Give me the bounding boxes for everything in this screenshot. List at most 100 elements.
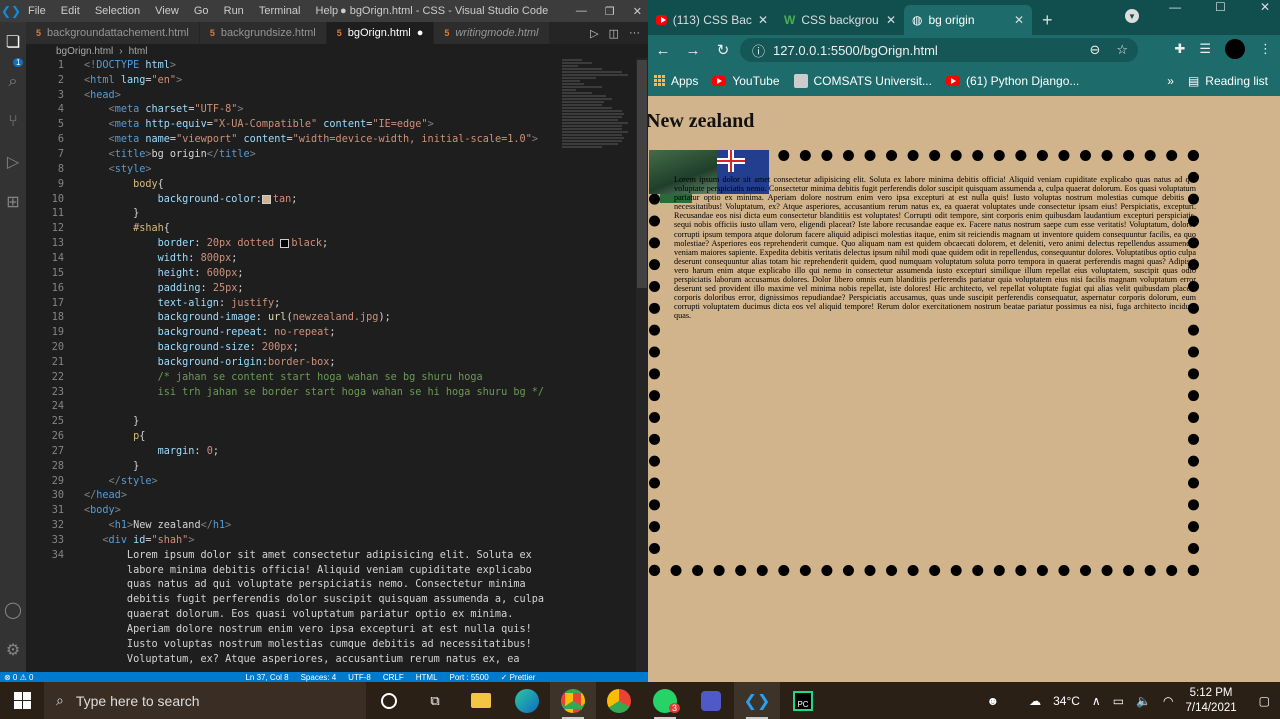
media-control-icon[interactable]: ☰ [1199,41,1211,57]
code-editor[interactable]: 1 <!DOCTYPE html> 2 <html lang="en"> 3 <hea… [26,58,636,672]
new-tab-button[interactable]: + [1032,5,1063,35]
show-hidden-icons-icon[interactable]: ∧ [1092,694,1101,708]
indentation-status[interactable]: Spaces: 4 [301,673,337,682]
extensions-puzzle-icon[interactable]: ✚ [1174,41,1185,57]
html-file-icon: 5 [209,28,215,38]
editor-actions: ▷ ◫ ··· [590,22,648,44]
tab-writingmode[interactable]: 5 writingmode.html [434,22,550,44]
profile-avatar[interactable] [1225,39,1245,59]
cursor-position[interactable]: Ln 37, Col 8 [245,673,288,682]
menu-run[interactable]: Run [224,5,244,17]
vscode-window: ❮❯ File Edit Selection View Go Run Termi… [0,0,648,682]
menu-file[interactable]: File [28,5,46,17]
chrome-tab-w3schools[interactable]: W CSS backgrou ✕ [776,5,904,35]
minimize-icon[interactable]: — [576,5,587,18]
volume-icon[interactable]: 🔈 [1136,694,1151,708]
chrome-taskbar-icon[interactable] [550,682,596,719]
settings-gear-icon[interactable]: ⚙ [0,630,26,670]
teams-icon[interactable] [688,682,734,719]
bookmark-python-django[interactable]: (61) Python Django... [945,74,1079,88]
split-editor-icon[interactable]: ◫ [609,27,619,40]
extensions-icon[interactable]: ⊞ [0,182,26,222]
language-status[interactable]: HTML [416,673,438,682]
chrome-tab-bg-origin[interactable]: ◍ bg origin ✕ [904,5,1032,35]
menu-edit[interactable]: Edit [61,5,80,17]
tab-backgrundsize[interactable]: 5 backgrundsize.html [199,22,327,44]
clock[interactable]: 5:12 PM 7/14/2021 [1185,686,1236,716]
scrollbar-thumb[interactable] [637,60,647,288]
taskbar-search[interactable]: ⌕ Type here to search [44,682,366,719]
reading-list-button[interactable]: ▤ Reading list [1188,74,1280,88]
edge-icon[interactable] [504,682,550,719]
start-button[interactable] [0,682,44,719]
forward-icon[interactable]: → [678,42,708,59]
time: 5:12 PM [1189,686,1233,699]
menu-help[interactable]: Help [316,5,339,17]
info-icon[interactable]: ⓘ [752,41,765,60]
windows-taskbar: ⌕ Type here to search ⧉ 3 ❮❯ PC ☻ ☁ 34°C… [0,682,1280,719]
battery-icon[interactable]: ▭ [1113,694,1124,708]
restore-icon[interactable]: ❐ [605,5,615,18]
chrome-menu-icon[interactable]: ⋮ [1259,41,1272,57]
bookmark-youtube[interactable]: YouTube [712,74,780,88]
close-icon[interactable]: ✕ [633,5,642,18]
bookmark-comsats[interactable]: COMSATS Universit... [793,73,932,88]
more-bookmarks-icon[interactable]: » [1167,74,1174,88]
encoding-status[interactable]: UTF-8 [348,673,371,682]
weather-icon[interactable]: ☁ [1029,694,1041,708]
address-bar[interactable]: ⓘ 127.0.0.1:5500/bgOrign.html ⊖ ☆ [740,38,1138,62]
menu-selection[interactable]: Selection [95,5,140,17]
run-debug-icon[interactable]: ▷ [0,142,26,182]
notifications-icon[interactable]: ▢ [1259,694,1270,708]
menu-view[interactable]: View [155,5,179,17]
breadcrumb-html[interactable]: html [129,46,148,57]
close-tab-icon[interactable]: ✕ [886,13,896,27]
breadcrumb-file[interactable]: bgOrign.html [56,46,113,57]
reading-list-icon: ▤ [1187,73,1200,88]
close-icon[interactable]: ✕ [1260,0,1270,14]
people-icon[interactable]: ☻ [986,694,999,708]
menu-go[interactable]: Go [194,5,209,17]
reload-icon[interactable]: ↻ [708,41,738,59]
minimap[interactable] [562,58,634,198]
tab-backgroundattachement[interactable]: 5 backgroundattachement.html [26,22,200,44]
eol-status[interactable]: CRLF [383,673,404,682]
vscode-taskbar-icon[interactable]: ❮❯ [734,682,780,719]
prettier-status[interactable]: ✓ Prettier [501,673,536,682]
bookmark-apps[interactable]: Apps [654,74,698,88]
search-icon[interactable]: ⌕ [0,62,26,102]
extensions-area: ✚ ☰ ⋮ [1174,39,1272,59]
pycharm-icon[interactable]: PC [780,682,826,719]
problems-status[interactable]: ⊗ 0 ⚠ 0 [4,673,33,682]
chrome-tab-youtube[interactable]: (113) CSS Bac ✕ [648,5,776,35]
minimize-icon[interactable]: — [1169,0,1181,14]
maximize-icon[interactable]: ☐ [1215,0,1226,14]
run-icon[interactable]: ▷ [590,27,598,40]
source-control-icon[interactable]: ⑂ [0,102,26,142]
close-tab-icon[interactable]: ✕ [758,13,768,27]
account-icon[interactable]: ◯ [0,590,26,630]
explorer-icon[interactable]: ❏ [0,22,26,62]
weather-temp[interactable]: 34°C [1053,694,1080,708]
file-explorer-icon[interactable] [458,682,504,719]
tab-search-icon[interactable]: ▼ [1125,9,1139,23]
whatsapp-icon[interactable]: 3 [642,682,688,719]
back-icon[interactable]: ← [648,42,678,59]
unsaved-dot-icon[interactable]: ● [417,27,424,39]
html-file-icon: 5 [336,28,342,38]
bookmark-star-icon[interactable]: ☆ [1116,42,1128,58]
wifi-icon[interactable]: ◠ [1163,694,1173,708]
chrome-window-controls: — ☐ ✕ [1169,0,1270,14]
close-tab-icon[interactable]: ✕ [1014,13,1024,27]
menu-terminal[interactable]: Terminal [259,5,301,17]
zoom-icon[interactable]: ⊖ [1089,42,1100,58]
cortana-icon[interactable] [366,682,412,719]
task-view-icon[interactable]: ⧉ [412,682,458,719]
editor-tabs: 5 backgroundattachement.html 5 backgrundsi… [26,22,648,44]
more-icon[interactable]: ··· [629,27,640,39]
editor-scrollbar[interactable] [636,58,648,672]
live-server-port[interactable]: Port : 5500 [450,673,489,682]
whatsapp-badge: 3 [668,703,680,713]
tab-bgorign[interactable]: 5 bgOrign.html ● [326,22,435,44]
chrome-profile-taskbar-icon[interactable] [596,682,642,719]
